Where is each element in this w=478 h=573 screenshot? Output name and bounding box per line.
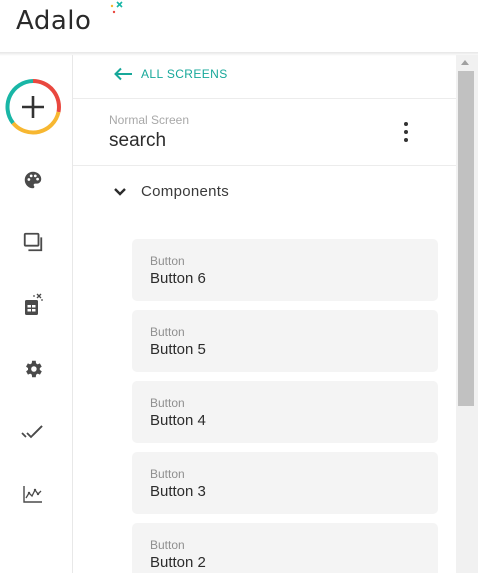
component-name: Button 2 — [150, 554, 206, 571]
divider — [73, 98, 456, 99]
component-name: Button 5 — [150, 341, 206, 358]
adalo-logo[interactable]: Adalo — [16, 6, 91, 36]
all-screens-link[interactable]: ALL SCREENS — [113, 67, 228, 81]
screens-icon[interactable] — [21, 230, 45, 254]
component-item[interactable]: Button Button 2 — [132, 523, 438, 573]
screen-type-label: Normal Screen — [109, 113, 190, 127]
component-type: Button — [150, 325, 185, 339]
plus-icon — [5, 79, 61, 135]
double-check-icon[interactable] — [21, 420, 45, 444]
sparkle-icon — [110, 1, 123, 14]
header-shadow — [0, 52, 478, 56]
gear-icon[interactable] — [21, 357, 45, 381]
app-header: Adalo — [0, 0, 478, 55]
divider — [73, 165, 456, 166]
component-name: Button 3 — [150, 483, 206, 500]
palette-icon[interactable] — [21, 168, 45, 192]
component-name: Button 6 — [150, 270, 206, 287]
chevron-down-icon — [114, 187, 126, 196]
component-item[interactable]: Button Button 3 — [132, 452, 438, 514]
arrow-left-icon — [114, 67, 132, 81]
component-type: Button — [150, 254, 185, 268]
left-sidebar — [0, 55, 73, 573]
component-type: Button — [150, 538, 185, 552]
screen-panel: ALL SCREENS Normal Screen search Compone… — [73, 55, 456, 573]
components-label: Components — [141, 183, 230, 200]
analytics-icon[interactable] — [21, 482, 45, 506]
component-name: Button 4 — [150, 412, 206, 429]
component-type: Button — [150, 396, 185, 410]
all-screens-label: ALL SCREENS — [141, 67, 228, 81]
components-toggle[interactable]: Components — [113, 183, 229, 200]
screen-options-menu-icon[interactable] — [398, 120, 414, 144]
scrollbar-thumb[interactable] — [458, 71, 474, 406]
component-item[interactable]: Button Button 6 — [132, 239, 438, 301]
scroll-up-arrow-icon[interactable] — [461, 60, 469, 65]
component-item[interactable]: Button Button 5 — [132, 310, 438, 372]
panel-scrollbar[interactable] — [456, 55, 478, 573]
database-icon[interactable] — [21, 293, 45, 317]
component-type: Button — [150, 467, 185, 481]
add-component-button[interactable] — [5, 79, 61, 135]
component-item[interactable]: Button Button 4 — [132, 381, 438, 443]
screen-name[interactable]: search — [109, 130, 166, 152]
